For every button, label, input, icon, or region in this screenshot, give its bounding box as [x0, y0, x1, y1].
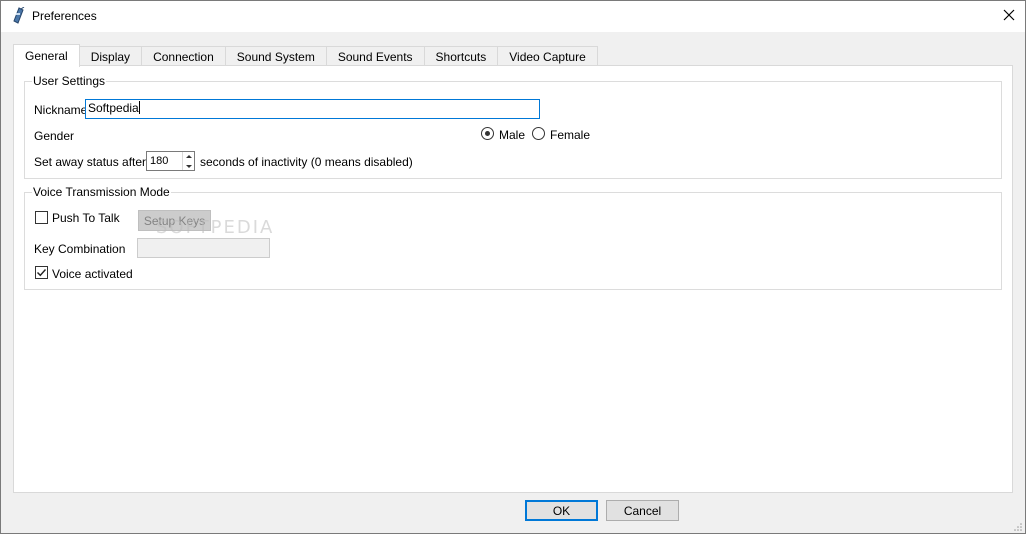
tab-display[interactable]: Display — [79, 46, 143, 66]
tab-strip: General Display Connection Sound System … — [13, 44, 598, 67]
tab-connection[interactable]: Connection — [142, 46, 226, 66]
gender-female-radio[interactable] — [532, 127, 545, 140]
arrow-down-icon — [185, 164, 192, 168]
title-bar: Preferences — [1, 1, 1025, 32]
voice-activated-checkbox[interactable] — [35, 266, 48, 279]
tab-sound-system[interactable]: Sound System — [225, 46, 327, 66]
resize-grip-icon[interactable] — [1013, 521, 1023, 531]
tab-general[interactable]: General — [13, 44, 80, 67]
window-title: Preferences — [32, 9, 97, 23]
user-settings-group: User Settings Nickname Softpedia Gender … — [24, 74, 1002, 179]
push-to-talk-checkbox[interactable] — [35, 211, 48, 224]
tab-video-capture[interactable]: Video Capture — [498, 46, 598, 66]
spin-buttons — [182, 152, 194, 170]
preferences-window: Preferences General Display Connection S… — [0, 0, 1026, 534]
checkmark-icon — [37, 269, 47, 277]
key-combination-input[interactable] — [137, 238, 270, 258]
spin-down-button[interactable] — [183, 162, 194, 170]
cancel-button[interactable]: Cancel — [606, 500, 679, 521]
push-to-talk-label[interactable]: Push To Talk — [52, 211, 120, 225]
tab-sound-events[interactable]: Sound Events — [326, 46, 425, 66]
arrow-up-icon — [185, 154, 192, 158]
gender-male-radio[interactable] — [481, 127, 494, 140]
text-caret — [138, 101, 140, 114]
nickname-input[interactable]: Softpedia — [85, 99, 540, 119]
away-status-label: Set away status after — [34, 155, 147, 169]
close-button[interactable] — [993, 1, 1025, 32]
close-icon — [1003, 9, 1015, 24]
app-icon — [10, 6, 26, 25]
user-settings-label: User Settings — [32, 74, 107, 88]
nickname-label: Nickname — [34, 103, 88, 117]
away-seconds-spinbox[interactable]: 180 — [146, 151, 195, 171]
spin-up-button[interactable] — [183, 152, 194, 160]
voice-transmission-label: Voice Transmission Mode — [32, 185, 171, 199]
gender-label: Gender — [34, 129, 75, 143]
tab-shortcuts[interactable]: Shortcuts — [424, 46, 499, 66]
nickname-value: Softpedia — [88, 101, 139, 115]
ok-button[interactable]: OK — [525, 500, 598, 521]
watermark: SOFTPEDIA — [156, 217, 275, 238]
away-status-suffix: seconds of inactivity (0 means disabled) — [200, 155, 413, 169]
general-tab-panel: User Settings Nickname Softpedia Gender … — [13, 65, 1013, 493]
away-seconds-value: 180 — [150, 155, 169, 167]
gender-male-label[interactable]: Male — [499, 128, 525, 142]
voice-transmission-group: Voice Transmission Mode Push To Talk Set… — [24, 185, 1002, 290]
gender-female-label[interactable]: Female — [550, 128, 590, 142]
voice-activated-label[interactable]: Voice activated — [52, 267, 133, 281]
cancel-label: Cancel — [623, 503, 662, 518]
key-combination-label: Key Combination — [34, 242, 126, 256]
ok-label: OK — [552, 503, 571, 518]
